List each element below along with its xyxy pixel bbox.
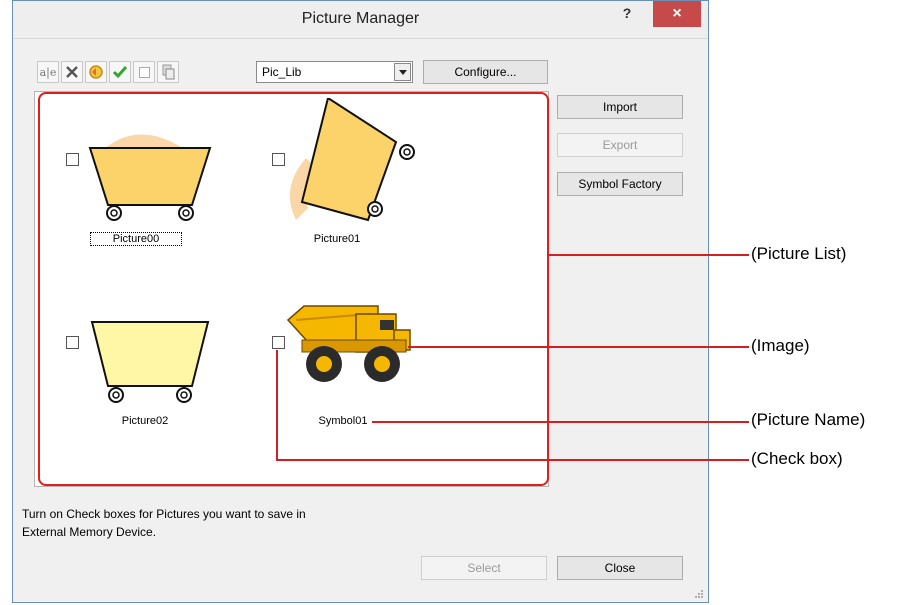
instruction-line: Turn on Check boxes for Pictures you wan… [22, 507, 306, 521]
library-select[interactable]: Pic_Lib [256, 61, 413, 83]
copy-icon[interactable] [157, 61, 179, 83]
chevron-down-icon[interactable] [394, 63, 411, 81]
picture-name[interactable]: Picture02 [100, 415, 190, 427]
check-icon[interactable] [109, 61, 131, 83]
check-box-annotation: (Check box) [751, 449, 843, 468]
picture-name-callout-line [372, 421, 749, 423]
help-button[interactable]: ? [617, 5, 637, 27]
cart-tilted-image[interactable] [286, 98, 422, 226]
refresh-icon[interactable] [85, 61, 107, 83]
picture-list-annotation: (Picture List) [751, 244, 847, 263]
configure-button[interactable]: Configure... [423, 60, 548, 84]
instruction-line: External Memory Device. [22, 525, 157, 539]
picture-name-annotation: (Picture Name) [751, 410, 866, 429]
import-button[interactable]: Import [557, 95, 683, 119]
image-callout-line [408, 346, 749, 348]
picture-name[interactable]: Picture00 [90, 232, 182, 246]
close-button[interactable]: Close [557, 556, 683, 580]
picture-name[interactable]: Picture01 [292, 233, 382, 245]
window-close-button[interactable]: × [653, 1, 701, 27]
window-title: Picture Manager [301, 10, 420, 27]
cart-empty-image[interactable] [88, 318, 212, 410]
picture-checkbox[interactable] [66, 336, 79, 349]
rename-icon[interactable]: a|e [37, 61, 59, 83]
picture-list-callout-line [549, 254, 749, 256]
title-bar: Picture Manager ? × [13, 1, 708, 39]
symbol-factory-button[interactable]: Symbol Factory [557, 172, 683, 196]
uncheck-icon[interactable] [133, 61, 155, 83]
select-button[interactable]: Select [421, 556, 547, 580]
picture-checkbox[interactable] [272, 153, 285, 166]
export-button[interactable]: Export [557, 133, 683, 157]
instruction-text: Turn on Check boxes for Pictures you wan… [22, 505, 306, 541]
check-box-callout-vertical [276, 350, 278, 461]
cart-image[interactable] [88, 125, 212, 225]
picture-checkbox[interactable] [66, 153, 79, 166]
image-annotation: (Image) [751, 336, 810, 355]
delete-icon[interactable] [61, 61, 83, 83]
library-select-value: Pic_Lib [262, 65, 302, 79]
resize-grip-icon[interactable] [694, 589, 704, 599]
picture-checkbox[interactable] [272, 336, 285, 349]
dump-truck-image[interactable] [286, 300, 420, 390]
check-box-callout-line [276, 459, 749, 461]
